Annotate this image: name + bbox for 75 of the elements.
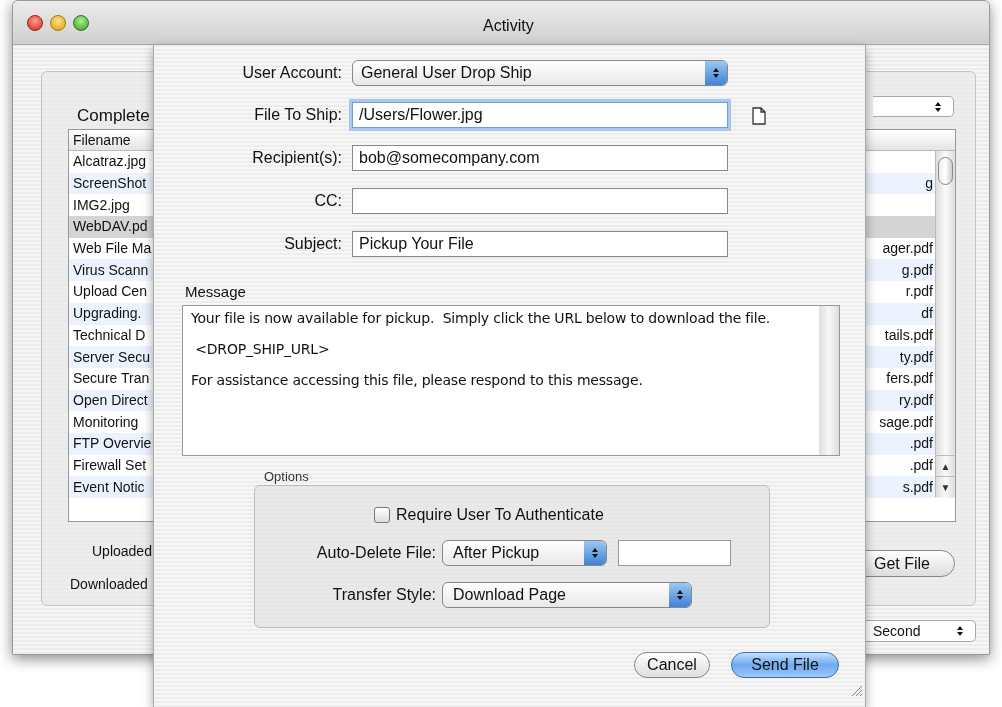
table-cell-text: Firewall Set <box>72 455 147 475</box>
message-text: For assistance accessing this file, please respond to this message. <box>191 371 644 390</box>
table-cell-text: g.pdf <box>901 260 933 280</box>
table-cell-text: Monitoring <box>72 412 139 432</box>
table-cell-text: sage.pdf <box>879 412 933 432</box>
table-cell-text: tails.pdf <box>884 325 933 345</box>
message-field[interactable]: Your file is now available for pickup. Simply click the URL below to download the file. <DROP_SHIP_URL> For assistance accessing this file, please respond to this message. <box>182 305 840 456</box>
field-label: CC: <box>313 191 343 211</box>
table-cell-text: Server Secu <box>72 347 151 367</box>
field-label: Transfer Style: <box>331 585 437 605</box>
field-label: User Account: <box>241 63 343 83</box>
field-label: File To Ship: <box>253 105 343 125</box>
checkbox-label[interactable]: Require User To Authenticate <box>396 503 604 527</box>
resize-grip-icon <box>851 685 863 697</box>
table-cell-text: Upload Cen <box>72 282 147 302</box>
field-label: Recipient(s): <box>251 148 343 168</box>
text-field[interactable]: Pickup Your File <box>352 231 728 257</box>
field-label: Auto-Delete File: <box>315 543 437 563</box>
document-icon <box>752 107 766 125</box>
table-cell-text: df <box>921 304 933 324</box>
transfer-style-popup[interactable]: Download Page <box>442 582 692 608</box>
popup-arrows-icon <box>677 590 683 600</box>
table-cell-text: Secure Tran <box>72 369 150 389</box>
auto-delete-popup[interactable]: After Pickup <box>442 540 607 566</box>
table-cell-text: fers.pdf <box>886 369 933 389</box>
table-cell-text: Virus Scann <box>72 260 149 280</box>
default-button[interactable]: Send File <box>731 652 839 678</box>
section-label: Message <box>185 282 246 302</box>
table-cell-text: ScreenShot <box>72 174 147 194</box>
window-title: Activity <box>483 16 534 36</box>
table-cell-text: g <box>925 174 933 194</box>
checkbox[interactable] <box>374 507 390 523</box>
table-cell-text: ry.pdf <box>899 390 933 410</box>
table-cell-text: Web File Ma <box>72 239 152 259</box>
message-text: Your file is now available for pickup. Simply click the URL below to download the file. <box>191 309 772 328</box>
field-label: Uploaded <box>92 542 152 561</box>
zoom-button[interactable] <box>73 14 89 31</box>
table-cell-text: WebDAV.pd <box>72 217 148 237</box>
text-field[interactable]: /Users/Flower.jpg <box>352 102 728 128</box>
table-cell-text: FTP Overvie <box>72 434 152 454</box>
table-cell-text: .pdf <box>909 434 933 454</box>
text-field[interactable] <box>618 540 731 566</box>
column-header[interactable]: Filename <box>69 129 131 151</box>
popup-menu[interactable] <box>873 96 954 117</box>
table-cell-text: r.pdf <box>905 282 933 302</box>
popup-arrows-icon <box>957 626 963 636</box>
table-cell-text: ager.pdf <box>882 239 933 259</box>
scroll-arrow-button[interactable]: ▼ <box>936 476 955 497</box>
user-account-popup[interactable]: General User Drop Ship <box>352 60 728 86</box>
cancel-button[interactable]: Cancel <box>634 652 710 678</box>
minimize-button[interactable] <box>50 14 66 31</box>
message-text: <DROP_SHIP_URL> <box>194 340 331 359</box>
text-field[interactable] <box>352 188 728 214</box>
table-cell-text: s.pdf <box>902 477 933 497</box>
close-button[interactable] <box>27 14 43 31</box>
section-title: Complete <box>77 105 150 127</box>
table-cell-text: Upgrading. <box>72 304 142 324</box>
table-cell-text: Alcatraz.jpg <box>72 152 147 172</box>
popup-arrows-icon <box>935 101 941 112</box>
table-cell-text: Event Notic <box>72 477 145 497</box>
field-label: Subject: <box>283 234 343 254</box>
scroll-arrow-button[interactable]: ▲ <box>936 455 955 476</box>
scroll-thumb[interactable] <box>938 157 953 185</box>
table-cell-text: Technical D <box>72 325 146 345</box>
group-label: Options <box>264 468 309 486</box>
popup-arrows-icon <box>592 548 598 558</box>
table-cell-text: .pdf <box>909 455 933 475</box>
table-cell-text: IMG2.jpg <box>72 195 130 215</box>
table-cell-text: Open Direct <box>72 390 148 410</box>
table-cell-text: ty.pdf <box>899 347 933 367</box>
scrollbar[interactable] <box>819 306 839 455</box>
text-field[interactable]: bob@somecompany.com <box>352 145 728 171</box>
popup-arrows-icon <box>713 68 719 78</box>
field-label: Downloaded <box>70 575 148 594</box>
scrollbar[interactable]: ▲ ▼ <box>935 151 955 497</box>
